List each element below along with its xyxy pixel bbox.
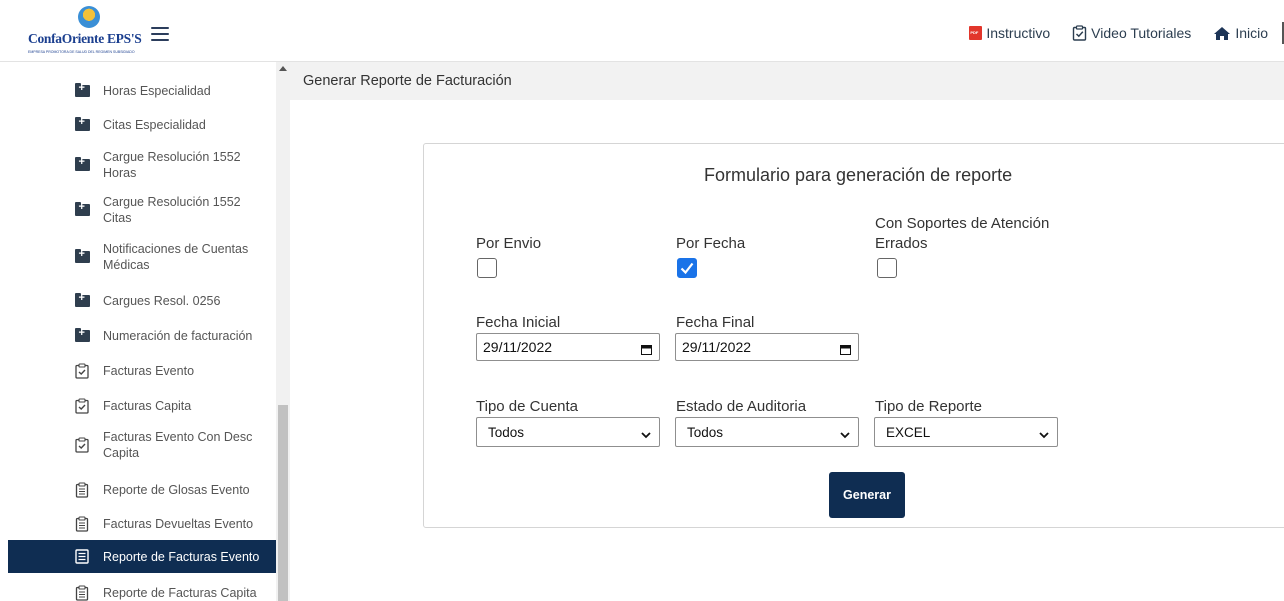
sidebar-item-label: Facturas Evento bbox=[103, 364, 195, 378]
con-soportes-label: Con Soportes de Atención Errados bbox=[875, 215, 1050, 252]
por-envio-label: Por Envio bbox=[476, 235, 542, 252]
content-header: Generar Reporte de Facturación bbox=[290, 62, 1284, 100]
fecha-inicial-label: Fecha Inicial bbox=[476, 314, 561, 331]
sidebar-item-label: Numeración de facturación bbox=[103, 329, 253, 343]
folder-plus-icon bbox=[74, 201, 90, 218]
logo[interactable]: ConfaOriente EPS'S EMPRESA PROMOTORA DE … bbox=[28, 4, 142, 58]
tipo-cuenta-select[interactable]: Todos bbox=[476, 417, 660, 447]
chevron-down-icon bbox=[641, 427, 651, 442]
tipo-reporte-select[interactable]: EXCEL bbox=[874, 417, 1058, 447]
sidebar-item-label: Notificaciones de Cuentas Médicas bbox=[103, 242, 249, 272]
scroll-thumb[interactable] bbox=[278, 405, 288, 601]
video-tutoriales-link[interactable]: Video Tutoriales bbox=[1072, 25, 1191, 41]
tipo-cuenta-value: Todos bbox=[488, 425, 525, 440]
sidebar-item-label: Cargue Resolución 1552 Citas bbox=[103, 195, 241, 225]
sidebar-item-facturas-devueltas-evento[interactable]: Facturas Devueltas Evento bbox=[8, 515, 276, 533]
sidebar-item-horas-especialidad[interactable]: Horas Especialidad bbox=[8, 82, 276, 100]
instructivo-label: Instructivo bbox=[986, 25, 1051, 41]
tipo-cuenta-label: Tipo de Cuenta bbox=[476, 398, 579, 415]
clipboard-check-icon bbox=[74, 363, 90, 379]
tipo-reporte-label: Tipo de Reporte bbox=[875, 398, 983, 415]
sidebar-item-label: Cargue Resolución 1552 Horas bbox=[103, 150, 241, 180]
por-fecha-label: Por Fecha bbox=[676, 235, 746, 252]
sidebar-item-label: Horas Especialidad bbox=[103, 84, 211, 98]
sidebar-item-reporte-glosas-evento[interactable]: Reporte de Glosas Evento bbox=[8, 481, 276, 499]
folder-plus-icon bbox=[74, 292, 90, 309]
fecha-final-value: 29/11/2022 bbox=[682, 339, 752, 355]
sidebar-item-label: Facturas Devueltas Evento bbox=[103, 517, 254, 531]
sidebar-item-label: Facturas Capita bbox=[103, 399, 192, 413]
chevron-down-icon bbox=[840, 427, 850, 442]
sidebar-item-label: Cargues Resol. 0256 bbox=[103, 294, 221, 308]
page-title: Generar Reporte de Facturación bbox=[303, 73, 512, 89]
folder-plus-icon bbox=[74, 248, 90, 265]
top-bar: ConfaOriente EPS'S EMPRESA PROMOTORA DE … bbox=[0, 0, 1284, 62]
fecha-final-field[interactable]: 29/11/2022 bbox=[675, 333, 859, 361]
clipboard-check-icon bbox=[1072, 25, 1087, 41]
menu-toggle-icon[interactable] bbox=[151, 27, 169, 41]
logo-mark-icon bbox=[78, 6, 100, 28]
folder-plus-icon bbox=[74, 156, 90, 173]
por-fecha-checkbox[interactable] bbox=[677, 258, 697, 278]
estado-auditoria-label: Estado de Auditoria bbox=[676, 398, 807, 415]
top-links: Instructivo Video Tutoriales Inicio bbox=[947, 25, 1268, 41]
clipboard-check-icon bbox=[74, 437, 90, 453]
folder-plus-icon bbox=[74, 82, 90, 99]
sidebar-item-cargue-1552-citas[interactable]: Cargue Resolución 1552 Citas bbox=[8, 193, 276, 227]
sidebar-item-cargues-resol-0256[interactable]: Cargues Resol. 0256 bbox=[8, 292, 276, 310]
generar-button[interactable]: Generar bbox=[829, 472, 905, 518]
sidebar-item-cargue-1552-horas[interactable]: Cargue Resolución 1552 Horas bbox=[8, 148, 276, 182]
calendar-icon[interactable] bbox=[641, 342, 652, 358]
sidebar-item-label: Reporte de Facturas Capita bbox=[103, 586, 257, 600]
inicio-label: Inicio bbox=[1235, 25, 1268, 41]
clipboard-icon bbox=[74, 585, 90, 601]
fecha-inicial-field[interactable]: 29/11/2022 bbox=[476, 333, 660, 361]
clipboard-icon bbox=[74, 516, 90, 532]
instructivo-link[interactable]: Instructivo bbox=[969, 25, 1050, 41]
folder-plus-icon bbox=[74, 116, 90, 133]
estado-auditoria-select[interactable]: Todos bbox=[675, 417, 859, 447]
tipo-reporte-value: EXCEL bbox=[886, 425, 931, 440]
estado-auditoria-value: Todos bbox=[687, 425, 724, 440]
list-icon bbox=[74, 548, 90, 564]
sidebar-item-label: Reporte de Glosas Evento bbox=[103, 483, 250, 497]
chevron-down-icon bbox=[1039, 427, 1049, 442]
fecha-final-label: Fecha Final bbox=[676, 314, 755, 331]
sidebar-item-facturas-evento-desc-capita[interactable]: Facturas Evento Con Desc Capita bbox=[8, 428, 276, 462]
fecha-inicial-value: 29/11/2022 bbox=[483, 339, 553, 355]
sidebar-item-citas-especialidad[interactable]: Citas Especialidad bbox=[8, 116, 276, 134]
folder-plus-icon bbox=[74, 327, 90, 344]
clipboard-icon bbox=[74, 482, 90, 498]
sidebar-scrollbar[interactable] bbox=[276, 62, 290, 601]
report-form-card: Formulario para generación de reporte Po… bbox=[423, 143, 1284, 528]
sidebar-item-facturas-evento[interactable]: Facturas Evento bbox=[8, 362, 276, 380]
sidebar-item-label: Facturas Evento Con Desc Capita bbox=[103, 430, 253, 460]
sidebar-item-label: Reporte de Facturas Evento bbox=[103, 550, 260, 564]
sidebar-item-notificaciones[interactable]: Notificaciones de Cuentas Médicas bbox=[8, 240, 276, 274]
sidebar-item-numeracion[interactable]: Numeración de facturación bbox=[8, 327, 276, 345]
sidebar-item-reporte-facturas-capita[interactable]: Reporte de Facturas Capita bbox=[8, 584, 276, 601]
logo-text: ConfaOriente EPS'S bbox=[28, 31, 142, 46]
sidebar-item-reporte-facturas-evento[interactable]: Reporte de Facturas Evento bbox=[8, 540, 276, 573]
logo-subtitle: EMPRESA PROMOTORA DE SALUD DEL REGIMEN S… bbox=[28, 50, 135, 54]
scroll-up-icon[interactable] bbox=[279, 66, 287, 71]
clipboard-check-icon bbox=[74, 398, 90, 414]
home-icon bbox=[1213, 26, 1231, 41]
por-envio-checkbox[interactable] bbox=[477, 258, 497, 278]
sidebar: Horas Especialidad Citas Especialidad Ca… bbox=[8, 62, 276, 601]
check-icon bbox=[680, 262, 694, 275]
con-soportes-checkbox[interactable] bbox=[877, 258, 897, 278]
sidebar-item-facturas-capita[interactable]: Facturas Capita bbox=[8, 397, 276, 415]
inicio-link[interactable]: Inicio bbox=[1213, 25, 1268, 41]
calendar-icon[interactable] bbox=[840, 342, 851, 358]
pdf-icon bbox=[969, 26, 983, 40]
video-tutoriales-label: Video Tutoriales bbox=[1091, 25, 1192, 41]
sidebar-item-label: Citas Especialidad bbox=[103, 118, 206, 132]
